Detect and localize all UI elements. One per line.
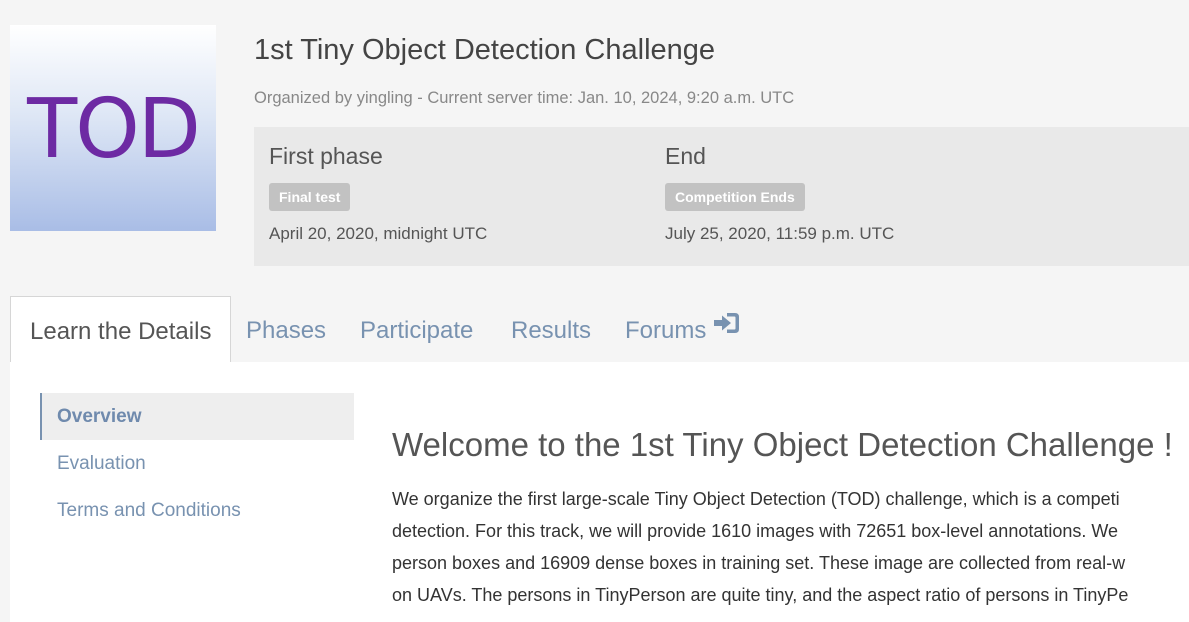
competition-tabs: Learn the Details Phases Participate Res… [10, 296, 1189, 363]
sidenav-terms-and-conditions[interactable]: Terms and Conditions [40, 487, 354, 534]
sidenav-evaluation[interactable]: Evaluation [40, 440, 354, 487]
details-panel: Overview Evaluation Terms and Conditions… [10, 362, 1189, 622]
organizer-info: Organized by yingling - Current server t… [254, 89, 795, 107]
phase-end: End Competition Ends July 25, 2020, 11:5… [665, 143, 894, 244]
page-title: 1st Tiny Object Detection Challenge [254, 34, 716, 66]
phase-date: July 25, 2020, 11:59 p.m. UTC [665, 224, 895, 243]
sidenav-overview[interactable]: Overview [40, 393, 354, 440]
overview-line: on UAVs. The persons in TinyPerson are q… [392, 585, 1129, 605]
phase-name: First phase [269, 143, 383, 169]
tab-participate[interactable]: Participate [360, 296, 473, 362]
welcome-heading: Welcome to the 1st Tiny Object Detection… [392, 426, 1173, 463]
overview-line: detection. For this track, we will provi… [392, 521, 1119, 541]
tab-results[interactable]: Results [511, 296, 591, 362]
overview-line: We organize the first large-scale Tiny O… [392, 489, 1120, 509]
logo-text: TOD [27, 82, 201, 177]
sign-in-icon [712, 294, 742, 364]
tab-phases[interactable]: Phases [246, 296, 326, 362]
tab-forums[interactable]: Forums [625, 296, 742, 362]
details-sidenav: Overview Evaluation Terms and Conditions [40, 393, 354, 534]
tab-learn-the-details[interactable]: Learn the Details [10, 296, 232, 363]
phase-date: April 20, 2020, midnight UTC [269, 224, 488, 243]
phase-first: First phase Final test April 20, 2020, m… [269, 143, 487, 244]
competition-logo: TOD [10, 25, 216, 231]
phase-badge: Competition Ends [665, 183, 805, 211]
tab-forums-label: Forums [625, 317, 707, 344]
overview-line: person boxes and 16909 dense boxes in tr… [392, 553, 1126, 573]
overview-text: We organize the first large-scale Tiny O… [392, 483, 1189, 611]
phases-summary: First phase Final test April 20, 2020, m… [254, 127, 1189, 266]
phase-badge: Final test [269, 183, 351, 211]
phase-name: End [665, 143, 706, 169]
